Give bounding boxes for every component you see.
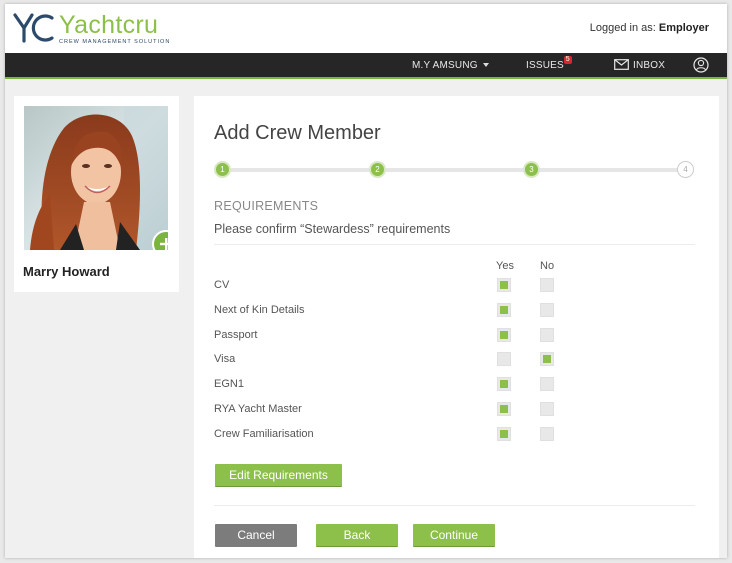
yachtcru-logo-icon	[13, 13, 54, 43]
yes-checkbox[interactable]	[497, 302, 511, 317]
vessel-dropdown[interactable]: M.Y AMSUNG	[412, 53, 489, 77]
login-status: Logged in as: Employer	[590, 22, 709, 34]
step-2[interactable]: 2	[369, 161, 386, 178]
requirement-row: Passport	[214, 327, 695, 345]
issues-label: ISSUES	[526, 60, 564, 71]
divider	[214, 505, 695, 506]
step-4[interactable]: 4	[677, 161, 694, 178]
inbox-label: INBOX	[633, 60, 666, 71]
vessel-label: M.Y AMSUNG	[412, 60, 478, 71]
issues-count-badge: 5	[563, 56, 572, 64]
section-label: REQUIREMENTS	[214, 199, 319, 213]
requirement-row: Crew Familiarisation	[214, 426, 695, 444]
requirement-label: Next of Kin Details	[214, 303, 305, 316]
nav-bar: M.Y AMSUNG ISSUES 5 INBOX	[5, 53, 727, 79]
envelope-icon	[614, 59, 629, 70]
add-crew-form: Add Crew Member 1 2 3 4 REQUIREMENTS Ple…	[194, 96, 719, 558]
requirement-label: Passport	[214, 328, 258, 341]
no-column-header: No	[540, 260, 555, 272]
back-button[interactable]: Back	[316, 524, 398, 547]
yes-checkbox[interactable]	[497, 278, 511, 292]
yes-checkbox[interactable]	[497, 426, 511, 441]
requirement-label: Crew Familiarisation	[214, 427, 314, 440]
no-checkbox[interactable]	[540, 352, 554, 367]
user-icon	[693, 57, 709, 73]
page-title: Add Crew Member	[214, 122, 381, 144]
continue-button[interactable]: Continue	[413, 524, 495, 547]
issues-link[interactable]: ISSUES 5	[526, 53, 572, 77]
requirement-label: EGN1	[214, 378, 244, 391]
plus-icon	[160, 238, 168, 250]
inbox-link[interactable]: INBOX	[614, 53, 665, 77]
profile-card: Marry Howard	[14, 96, 179, 292]
stepper-track	[222, 168, 687, 172]
edit-requirements-button[interactable]: Edit Requirements	[215, 464, 342, 487]
login-prefix: Logged in as:	[589, 22, 656, 34]
divider	[214, 244, 695, 245]
progress-stepper: 1 2 3 4	[214, 160, 695, 180]
requirement-row: RYA Yacht Master	[214, 401, 695, 419]
step-3[interactable]: 3	[523, 161, 540, 178]
requirement-label: Visa	[214, 353, 236, 366]
yes-checkbox[interactable]	[497, 377, 511, 392]
no-checkbox[interactable]	[540, 377, 554, 392]
top-bar: Yachtcru CREW MANAGEMENT SOLUTION Logged…	[5, 4, 727, 53]
no-checkbox[interactable]	[540, 402, 554, 416]
requirement-label: RYA Yacht Master	[214, 403, 302, 415]
requirement-label: CV	[214, 279, 230, 291]
yes-checkbox[interactable]	[497, 352, 511, 367]
brand-name: Yachtcru	[59, 11, 159, 39]
profile-name: Marry Howard	[23, 264, 110, 279]
user-profile-button[interactable]	[693, 57, 709, 81]
app-window: Yachtcru CREW MANAGEMENT SOLUTION Logged…	[5, 4, 727, 558]
login-role: Employer	[658, 22, 709, 34]
requirement-row: EGN1	[214, 376, 695, 394]
logo[interactable]: Yachtcru CREW MANAGEMENT SOLUTION	[13, 12, 170, 45]
profile-photo-image	[24, 106, 168, 250]
no-checkbox[interactable]	[540, 426, 554, 441]
no-checkbox[interactable]	[540, 302, 554, 317]
yes-column-header: Yes	[496, 260, 514, 272]
brand-tagline: CREW MANAGEMENT SOLUTION	[59, 39, 171, 45]
cancel-button[interactable]: Cancel	[215, 524, 297, 547]
requirement-row: CV	[214, 277, 695, 295]
requirement-row: Visa	[214, 351, 695, 369]
step-1[interactable]: 1	[214, 161, 231, 178]
chevron-down-icon	[482, 63, 489, 67]
profile-photo	[24, 106, 168, 250]
no-checkbox[interactable]	[540, 278, 554, 292]
yes-checkbox[interactable]	[497, 327, 511, 342]
no-checkbox[interactable]	[540, 327, 554, 342]
confirm-text: Please confirm “Stewardess” requirements	[214, 222, 451, 236]
requirement-row: Next of Kin Details	[214, 302, 695, 320]
yes-checkbox[interactable]	[497, 402, 511, 416]
